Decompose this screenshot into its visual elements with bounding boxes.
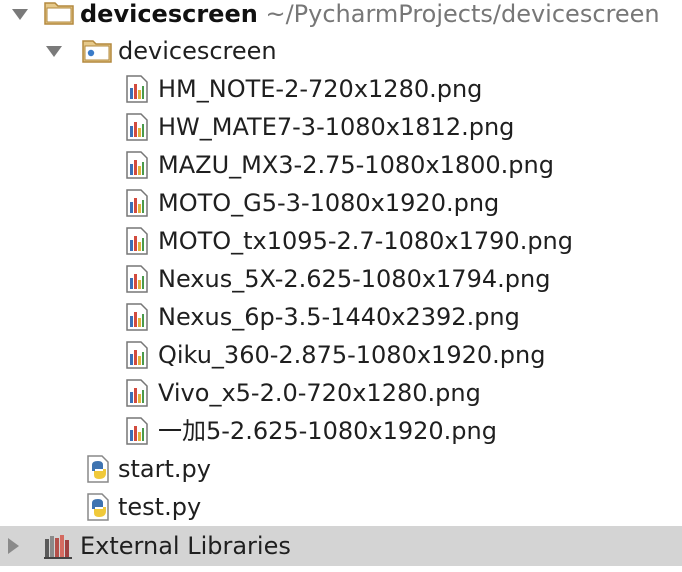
png-image-icon [126,265,148,297]
tree-row-file[interactable]: HM_NOTE-2-720x1280.png [0,70,682,108]
root-folder-name: devicescreen [80,0,258,28]
library-books-icon [44,533,74,563]
collapse-arrow-icon[interactable] [8,538,19,554]
png-image-icon [126,151,148,183]
tree-row-package[interactable]: devicescreen [0,32,682,70]
tree-row-file[interactable]: MAZU_MX3-2.75-1080x1800.png [0,146,682,184]
file-name: MOTO_G5-3-1080x1920.png [158,189,500,217]
tree-row-file[interactable]: Nexus_5X-2.625-1080x1794.png [0,260,682,298]
tree-row-file[interactable]: Nexus_6p-3.5-1440x2392.png [0,298,682,336]
expand-arrow-icon[interactable] [46,46,62,57]
python-file-icon [86,455,112,487]
png-image-icon [126,341,148,373]
file-name: Qiku_360-2.875-1080x1920.png [158,341,546,369]
root-folder-path: ~/PycharmProjects/devicescreen [265,0,660,28]
png-image-icon [126,227,148,259]
tree-row-script[interactable]: start.py [0,450,682,488]
folder-icon [44,0,74,29]
tree-row-file[interactable]: MOTO_tx1095-2.7-1080x1790.png [0,222,682,260]
file-name: Vivo_x5-2.0-720x1280.png [158,379,481,407]
tree-row-script[interactable]: test.py [0,488,682,526]
tree-row-root[interactable]: devicescreen ~/PycharmProjects/devicescr… [0,0,682,33]
file-name: Nexus_5X-2.625-1080x1794.png [158,265,551,293]
png-image-icon [126,379,148,411]
png-image-icon [126,113,148,145]
script-name: start.py [118,455,211,483]
external-libraries-label: External Libraries [80,532,291,560]
python-file-icon [86,493,112,525]
tree-row-file[interactable]: MOTO_G5-3-1080x1920.png [0,184,682,222]
png-image-icon [126,75,148,107]
expand-arrow-icon[interactable] [12,9,28,20]
package-folder-icon [82,37,112,67]
file-name: Nexus_6p-3.5-1440x2392.png [158,303,520,331]
png-image-icon [126,189,148,221]
tree-row-file[interactable]: Vivo_x5-2.0-720x1280.png [0,374,682,412]
file-name: MAZU_MX3-2.75-1080x1800.png [158,151,554,179]
script-name: test.py [118,493,202,521]
file-name: HW_MATE7-3-1080x1812.png [158,113,515,141]
file-name: 一加5-2.625-1080x1920.png [158,417,497,445]
tree-row-file[interactable]: 一加5-2.625-1080x1920.png [0,412,682,450]
project-tree: devicescreen ~/PycharmProjects/devicescr… [0,0,682,572]
file-name: HM_NOTE-2-720x1280.png [158,75,483,103]
png-image-icon [126,417,148,449]
png-image-icon [126,303,148,335]
package-folder-name: devicescreen [118,37,277,65]
file-name: MOTO_tx1095-2.7-1080x1790.png [158,227,573,255]
tree-row-external-libraries[interactable]: External Libraries [0,526,682,566]
tree-row-file[interactable]: HW_MATE7-3-1080x1812.png [0,108,682,146]
tree-row-file[interactable]: Qiku_360-2.875-1080x1920.png [0,336,682,374]
